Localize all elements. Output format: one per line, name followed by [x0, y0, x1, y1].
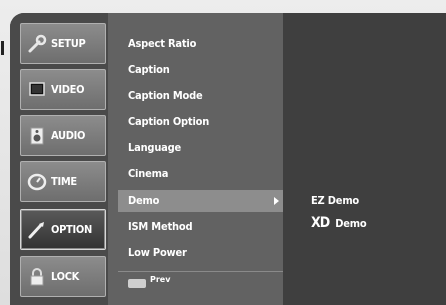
wrench-pen-icon — [27, 220, 49, 240]
tab-label: VIDEO — [51, 83, 85, 96]
tab-audio[interactable]: AUDIO — [20, 115, 106, 156]
edge-marker — [1, 41, 4, 55]
menu-item-caption-mode[interactable]: Caption Mode — [118, 85, 283, 107]
submenu-item-label: Demo — [335, 217, 367, 230]
menu-footer: Prev — [118, 271, 283, 298]
menu-item-ism-method[interactable]: ISM Method — [118, 216, 283, 238]
menu-item-demo[interactable]: Demo — [118, 190, 283, 212]
tab-setup[interactable]: SETUP — [20, 23, 106, 64]
tab-video[interactable]: VIDEO — [20, 69, 106, 110]
menu-button-icon — [128, 279, 146, 288]
tab-label: LOCK — [51, 270, 80, 283]
tab-time[interactable]: TIME — [20, 161, 106, 202]
speaker-icon — [27, 126, 49, 146]
demo-submenu: EZ Demo XD Demo — [283, 13, 446, 305]
menu-item-cinema[interactable]: Cinema — [118, 163, 283, 185]
tab-lock[interactable]: LOCK — [20, 256, 106, 297]
category-tabs: SETUP VIDEO AUDIO TIME OPTION LOCK — [10, 13, 108, 305]
wrench-icon — [27, 34, 49, 54]
menu-item-label: Demo — [128, 194, 160, 207]
tab-label: SETUP — [51, 37, 86, 50]
submenu-arrow-icon — [274, 197, 279, 205]
menu-item-low-power[interactable]: Low Power — [118, 242, 283, 264]
prev-hint: Prev — [150, 275, 171, 284]
submenu-item-xd-demo[interactable]: XD Demo — [311, 213, 367, 233]
submenu-item-ez-demo[interactable]: EZ Demo — [311, 191, 359, 211]
option-menu-list: Aspect Ratio Caption Caption Mode Captio… — [108, 13, 283, 305]
tab-label: OPTION — [51, 223, 92, 236]
tv-screen-icon — [27, 80, 49, 100]
menu-item-caption-option[interactable]: Caption Option — [118, 111, 283, 133]
menu-item-caption[interactable]: Caption — [118, 59, 283, 81]
xd-logo: XD — [311, 215, 330, 231]
tab-option[interactable]: OPTION — [20, 209, 106, 250]
tab-label: TIME — [51, 175, 77, 188]
osd-screen: SETUP VIDEO AUDIO TIME OPTION LOCK Aspec… — [10, 13, 446, 305]
padlock-icon — [27, 267, 49, 287]
menu-item-aspect-ratio[interactable]: Aspect Ratio — [118, 33, 283, 55]
menu-item-language[interactable]: Language — [118, 137, 283, 159]
tab-label: AUDIO — [51, 129, 86, 142]
clock-icon — [27, 172, 49, 192]
